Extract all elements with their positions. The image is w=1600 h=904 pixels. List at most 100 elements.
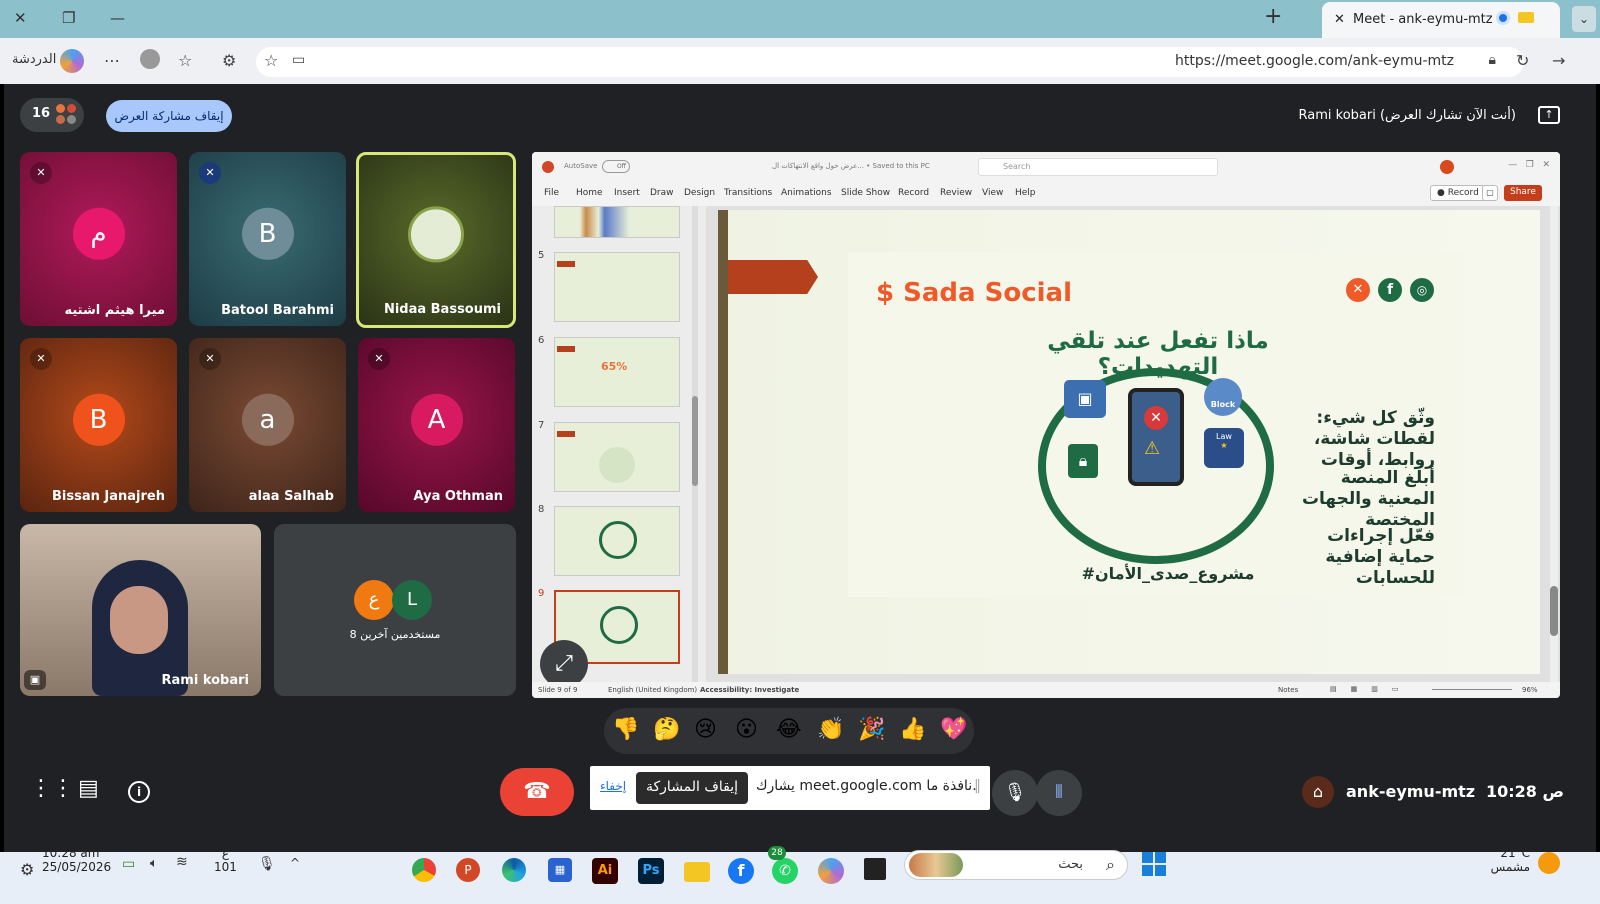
share-button[interactable]: Share xyxy=(1504,185,1542,201)
microphone-button[interactable]: 🎙︎ xyxy=(992,770,1038,816)
whatsapp-icon[interactable]: ✆ xyxy=(772,858,798,884)
restore-window-icon[interactable]: ❐ xyxy=(62,9,75,27)
chat-label[interactable]: الدردشة xyxy=(12,52,56,67)
microphone-tray-icon[interactable]: 🎙︎ xyxy=(258,856,276,872)
menu-transitions[interactable]: Transitions xyxy=(724,188,772,198)
terminal-icon[interactable] xyxy=(864,858,886,880)
host-avatar[interactable]: ⌂ xyxy=(1302,776,1334,808)
tab-list-chevron-icon[interactable]: ⌄ xyxy=(1572,6,1596,32)
participant-count-chip[interactable]: 16 xyxy=(20,98,84,132)
reaction-sad[interactable]: 😢 xyxy=(694,717,717,742)
menu-slideshow[interactable]: Slide Show xyxy=(841,188,890,198)
close-window-icon[interactable]: ✕ xyxy=(14,9,27,27)
participant-tile[interactable]: ✕ B Bissan Janajreh xyxy=(20,338,177,512)
edge-icon[interactable] xyxy=(502,858,526,882)
wifi-icon[interactable]: ≋ xyxy=(176,854,188,870)
zoom-level[interactable]: 96% xyxy=(1522,686,1538,694)
menu-draw[interactable]: Draw xyxy=(650,188,674,198)
active-tab[interactable]: ✕ Meet - ank-eymu-mtz xyxy=(1322,2,1560,38)
slide-thumbnail[interactable] xyxy=(554,252,680,322)
volume-icon[interactable]: 🔈︎ xyxy=(150,856,158,871)
ppt-search[interactable]: Search xyxy=(978,158,1218,176)
drag-handle-icon[interactable]: ‖ xyxy=(974,778,981,794)
stop-sharing-button[interactable]: إيقاف المشاركة xyxy=(636,772,749,804)
account-avatar[interactable] xyxy=(1440,160,1454,174)
reaction-thinking[interactable]: 🤔 xyxy=(653,717,680,742)
participant-tile-active-speaker[interactable]: Nidaa Bassoumi xyxy=(356,152,516,328)
photoshop-icon[interactable]: Ps xyxy=(638,858,664,884)
reaction-heart[interactable]: 💖 xyxy=(940,717,967,742)
chat-icon[interactable]: ▤ xyxy=(78,776,99,801)
participant-tile[interactable]: ✕ A Aya Othman xyxy=(358,338,515,512)
settings-gear-icon[interactable]: ⚙ xyxy=(20,860,34,879)
copilot-taskbar-icon[interactable] xyxy=(818,858,844,884)
copilot-icon[interactable] xyxy=(60,49,84,73)
menu-record[interactable]: Record xyxy=(898,188,929,198)
store-icon[interactable]: ▦ xyxy=(548,858,572,882)
reaction-thumbs-down[interactable]: 👎 xyxy=(612,717,639,742)
record-button[interactable]: ● Record xyxy=(1430,185,1486,201)
url-field[interactable]: https://meet.google.com/ank-eymu-mtz ☆ ▭… xyxy=(256,47,1524,77)
clock[interactable]: 10:28 am 25/05/2026 xyxy=(42,846,122,874)
menu-review[interactable]: Review xyxy=(940,188,972,198)
site-info-icon[interactable]: 🔒︎ xyxy=(1489,52,1496,68)
favorite-star-icon[interactable]: ☆ xyxy=(264,51,278,70)
autosave-toggle[interactable]: Off xyxy=(602,160,630,173)
refresh-icon[interactable]: ↻ xyxy=(1516,51,1529,70)
minimize-window-icon[interactable]: — xyxy=(110,9,125,27)
reaction-laugh[interactable]: 😂 xyxy=(776,717,802,742)
new-tab-button[interactable]: + xyxy=(1264,4,1282,29)
audio-level-icon[interactable]: ⦀ xyxy=(1036,770,1082,816)
status-accessibility[interactable]: Accessibility: Investigate xyxy=(700,686,799,694)
battery-icon[interactable]: ▭ xyxy=(122,856,135,872)
menu-home[interactable]: Home xyxy=(576,188,603,198)
menu-help[interactable]: Help xyxy=(1015,188,1036,198)
file-explorer-icon[interactable] xyxy=(684,862,710,882)
slide-thumbnail[interactable] xyxy=(554,206,680,238)
view-buttons[interactable]: ▤▦▥▭ xyxy=(1330,685,1412,693)
participant-tile[interactable]: ✕ م ميرا هيثم اشتيه xyxy=(20,152,177,326)
tray-chevron-icon[interactable]: ^ xyxy=(290,856,300,870)
end-call-button[interactable]: ☎ xyxy=(500,768,574,816)
menu-view[interactable]: View xyxy=(982,188,1003,198)
extensions-icon[interactable]: ⚙ xyxy=(222,51,236,70)
reaction-clap[interactable]: 👏 xyxy=(817,717,844,742)
illustrator-icon[interactable]: Ai xyxy=(592,858,618,884)
others-tile[interactable]: ع L 8 مستخدمين آخرين xyxy=(274,524,516,696)
slide-thumbnail[interactable]: 65% xyxy=(554,337,680,407)
hide-link[interactable]: إخفاء xyxy=(600,779,626,793)
menu-animations[interactable]: Animations xyxy=(781,188,832,198)
info-icon[interactable]: i xyxy=(128,781,150,803)
apps-grid-icon[interactable]: ⋮⋮ xyxy=(30,776,74,801)
menu-insert[interactable]: Insert xyxy=(614,188,640,198)
chrome-icon[interactable] xyxy=(412,858,436,882)
favorites-icon[interactable]: ☆ xyxy=(178,51,192,70)
facebook-taskbar-icon[interactable]: f xyxy=(728,858,754,884)
weather-widget[interactable]: 21°C مشمس xyxy=(1486,846,1530,874)
tab-close-icon[interactable]: ✕ xyxy=(1334,12,1345,27)
more-menu-icon[interactable]: ⋯ xyxy=(104,51,120,70)
menu-file[interactable]: File xyxy=(544,188,559,198)
status-language[interactable]: English (United Kingdom) xyxy=(608,686,697,694)
ppt-window-controls[interactable]: — ❐ ✕ xyxy=(1508,160,1550,170)
slide-thumbnail[interactable] xyxy=(554,506,680,576)
slide-scrollbar[interactable] xyxy=(1550,206,1558,682)
stop-presenting-button[interactable]: إيقاف مشاركة العرض xyxy=(106,100,232,132)
zoom-slider[interactable] xyxy=(1432,689,1512,690)
profile-icon[interactable] xyxy=(140,49,160,69)
forward-icon[interactable]: → xyxy=(1552,51,1565,70)
reaction-surprised[interactable]: 😮 xyxy=(735,717,758,742)
language-indicator[interactable]: ع 101 xyxy=(214,846,237,874)
comments-icon[interactable]: ▢ xyxy=(1482,185,1498,201)
status-notes[interactable]: Notes xyxy=(1278,686,1298,694)
self-view-tile[interactable]: ▣ Rami kobari xyxy=(20,524,261,696)
reaction-thumbs-up[interactable]: 👍 xyxy=(899,717,926,742)
participant-tile[interactable]: ✕ B Batool Barahmi xyxy=(189,152,346,326)
slide-thumbnail[interactable] xyxy=(554,422,680,492)
participant-tile[interactable]: ✕ a alaa Salhab xyxy=(189,338,346,512)
reaction-party[interactable]: 🎉 xyxy=(858,717,885,742)
menu-design[interactable]: Design xyxy=(684,188,715,198)
thumb-scrollbar[interactable] xyxy=(692,206,698,682)
powerpoint-icon[interactable]: P xyxy=(456,858,480,882)
expand-icon[interactable]: ⤢ xyxy=(540,640,588,688)
